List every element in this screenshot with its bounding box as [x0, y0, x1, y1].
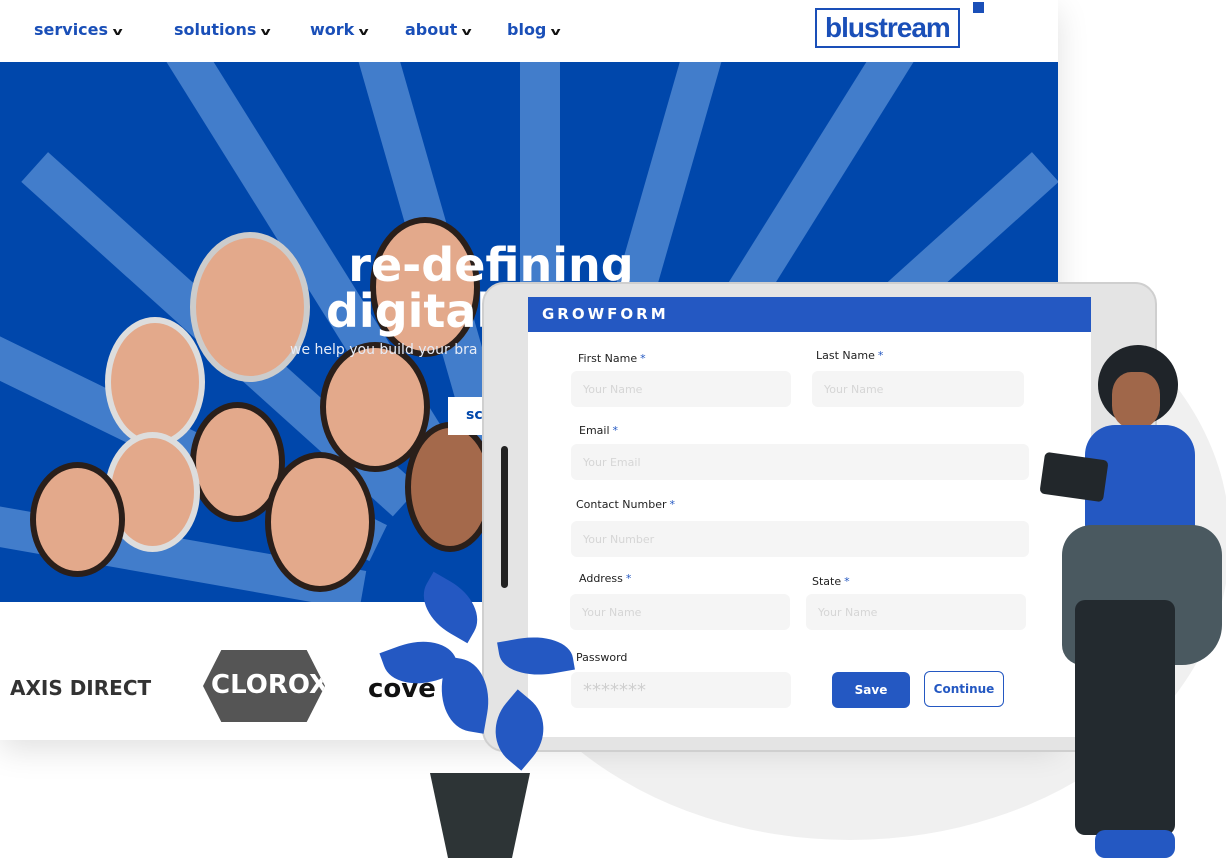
nav-blog[interactable]: blog v [507, 20, 561, 39]
state-label: State * [812, 575, 850, 588]
client-logo: AXIS DIRECT [10, 676, 152, 700]
address-input[interactable] [570, 594, 790, 630]
required-mark: * [844, 575, 850, 588]
plant-pot [430, 773, 530, 858]
top-nav: services v solutions v work v about v blog v … [0, 0, 1058, 62]
label-text: Email [579, 424, 610, 437]
contact-number-label: Contact Number * [576, 498, 675, 511]
chevron-down-icon: v [358, 25, 369, 38]
client-logo: CLOROX [203, 650, 325, 722]
password-input[interactable] [571, 672, 791, 708]
person-face [1112, 372, 1160, 428]
first-name-label: First Name * [578, 352, 646, 365]
tablet-button [501, 446, 508, 588]
nav-label: work [310, 20, 355, 39]
label-text: Address [579, 572, 623, 585]
growform: GROWFORM First Name* Last Name* Email* C… [528, 297, 1091, 737]
form-title: GROWFORM [528, 297, 1091, 332]
chevron-down-icon: v [261, 25, 272, 38]
chevron-down-icon: v [550, 25, 561, 38]
save-button[interactable]: Save [832, 672, 910, 708]
illustrated-person [265, 452, 375, 592]
logo-mark [973, 2, 984, 13]
email-input[interactable] [571, 444, 1029, 480]
last-name-input[interactable] [812, 371, 1024, 407]
nav-about[interactable]: about v [405, 20, 472, 39]
nav-solutions[interactable]: solutions v [174, 20, 272, 39]
illustrated-person [105, 317, 205, 447]
state-input[interactable] [806, 594, 1026, 630]
nav-label: blog [507, 20, 547, 39]
label-text: State [812, 575, 842, 588]
continue-button[interactable]: Continue [924, 671, 1004, 707]
required-mark: * [625, 572, 632, 585]
password-label: Password [576, 651, 628, 664]
person-shoes [1095, 830, 1175, 858]
required-mark: * [877, 349, 884, 362]
label-text: Last Name [816, 349, 875, 362]
last-name-label: Last Name * [816, 349, 883, 362]
nav-work[interactable]: work v [310, 20, 369, 39]
illustrated-person [30, 462, 125, 577]
person-legs [1075, 600, 1175, 835]
hero-subtitle: we help you build your bra [290, 342, 478, 358]
illustrated-person [190, 232, 310, 382]
nav-services[interactable]: services v [34, 20, 123, 39]
required-mark: * [669, 498, 675, 511]
chevron-down-icon: v [112, 25, 123, 38]
label-text: Contact Number [576, 498, 667, 511]
address-label: Address * [579, 572, 631, 585]
first-name-input[interactable] [571, 371, 791, 407]
logo[interactable]: blustream [815, 8, 960, 48]
contact-number-input[interactable] [571, 521, 1029, 557]
chevron-down-icon: v [461, 25, 472, 38]
nav-label: about [405, 20, 458, 39]
nav-label: solutions [174, 20, 257, 39]
nav-label: services [34, 20, 109, 39]
label-text: First Name [578, 352, 638, 365]
required-mark: * [640, 352, 646, 365]
required-mark: * [612, 424, 619, 437]
email-label: Email * [579, 424, 618, 437]
person-tablet [1039, 451, 1109, 503]
